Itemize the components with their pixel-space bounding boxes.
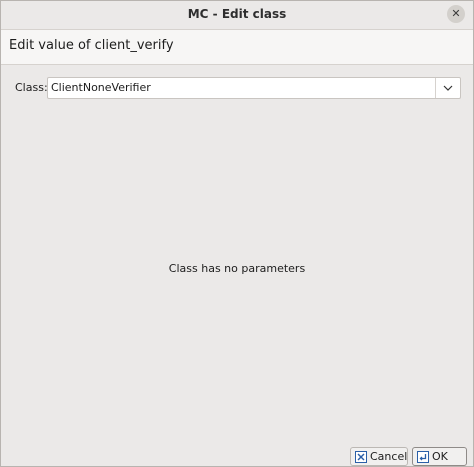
edit-class-dialog: MC - Edit class ✕ Edit value of client_v… [0, 0, 474, 467]
close-icon: ✕ [451, 7, 461, 20]
no-parameters-message: Class has no parameters [168, 262, 306, 275]
window-title: MC - Edit class [187, 7, 287, 21]
title-bar: MC - Edit class ✕ [1, 1, 473, 30]
close-button[interactable]: ✕ [447, 5, 465, 23]
cancel-button-label: Cancel [370, 450, 408, 463]
class-dropdown-button[interactable] [435, 78, 460, 98]
cancel-icon [355, 450, 367, 463]
class-select[interactable]: ClientNoneVerifier [47, 77, 461, 99]
class-label: Class: [15, 81, 48, 94]
cancel-button[interactable]: Cancel [350, 447, 408, 466]
chevron-down-icon [443, 85, 453, 91]
header-title: Edit value of client_verify [9, 38, 174, 53]
enter-return-icon [417, 450, 429, 463]
header-panel: Edit value of client_verify [1, 30, 473, 65]
ok-button[interactable]: OK [412, 447, 467, 466]
class-select-value: ClientNoneVerifier [51, 81, 151, 94]
ok-button-label: OK [432, 450, 448, 463]
